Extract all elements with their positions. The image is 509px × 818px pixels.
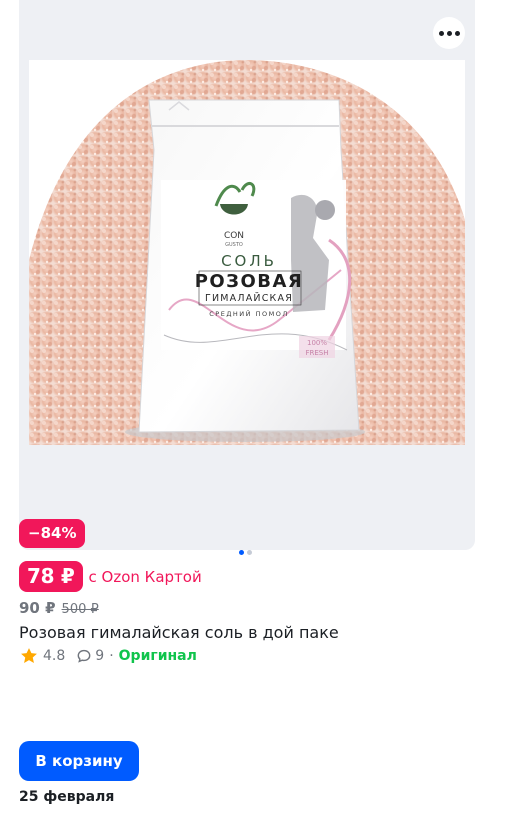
package-line-4: СРЕДНИЙ ПОМОЛ xyxy=(209,309,288,318)
package-line-2: РОЗОВАЯ xyxy=(195,271,304,292)
original-label: Оригинал xyxy=(118,648,197,664)
rating-row: 4.8 9 · Оригинал xyxy=(19,645,197,667)
delivery-date: 25 февраля xyxy=(19,789,115,805)
discount-badge: −84% xyxy=(19,519,86,548)
package-line-3: ГИМАЛАЙСКАЯ xyxy=(205,292,293,304)
package-fresh-top: 100% xyxy=(307,339,327,347)
original-price: 500 ₽ xyxy=(61,602,99,617)
package-brand: CON xyxy=(224,231,244,241)
more-options-button[interactable] xyxy=(433,17,465,49)
add-to-cart-button[interactable]: В корзину xyxy=(19,741,139,781)
rating-value: 4.8 xyxy=(43,648,66,664)
card-price: 78 ₽ xyxy=(19,561,83,592)
gallery-dot[interactable] xyxy=(247,550,252,555)
product-photo: CON GUSTO СОЛЬ РОЗОВАЯ ГИМАЛАЙСКАЯ СРЕДН… xyxy=(29,60,465,445)
more-dots-icon xyxy=(438,30,444,36)
package-line-1: СОЛЬ xyxy=(221,252,277,270)
comment-icon xyxy=(77,649,91,663)
package-fresh-bottom: FRESH xyxy=(305,349,328,357)
gallery-pager[interactable] xyxy=(239,550,252,555)
separator-dot: · xyxy=(109,648,114,664)
regular-price: 90 ₽ xyxy=(19,599,56,617)
product-title[interactable]: Розовая гималайская соль в дой паке xyxy=(19,622,339,644)
star-icon xyxy=(21,648,37,663)
gallery-dot-active[interactable] xyxy=(239,550,244,555)
card-price-note: с Ozon Картой xyxy=(88,567,202,586)
product-image-card[interactable]: CON GUSTO СОЛЬ РОЗОВАЯ ГИМАЛАЙСКАЯ СРЕДН… xyxy=(19,0,475,550)
reviews-count: 9 xyxy=(95,648,105,664)
regular-prices: 90 ₽ 500 ₽ xyxy=(19,598,99,618)
package-brand-sub: GUSTO xyxy=(225,242,243,248)
card-price-row: 78 ₽ с Ozon Картой xyxy=(19,561,202,592)
